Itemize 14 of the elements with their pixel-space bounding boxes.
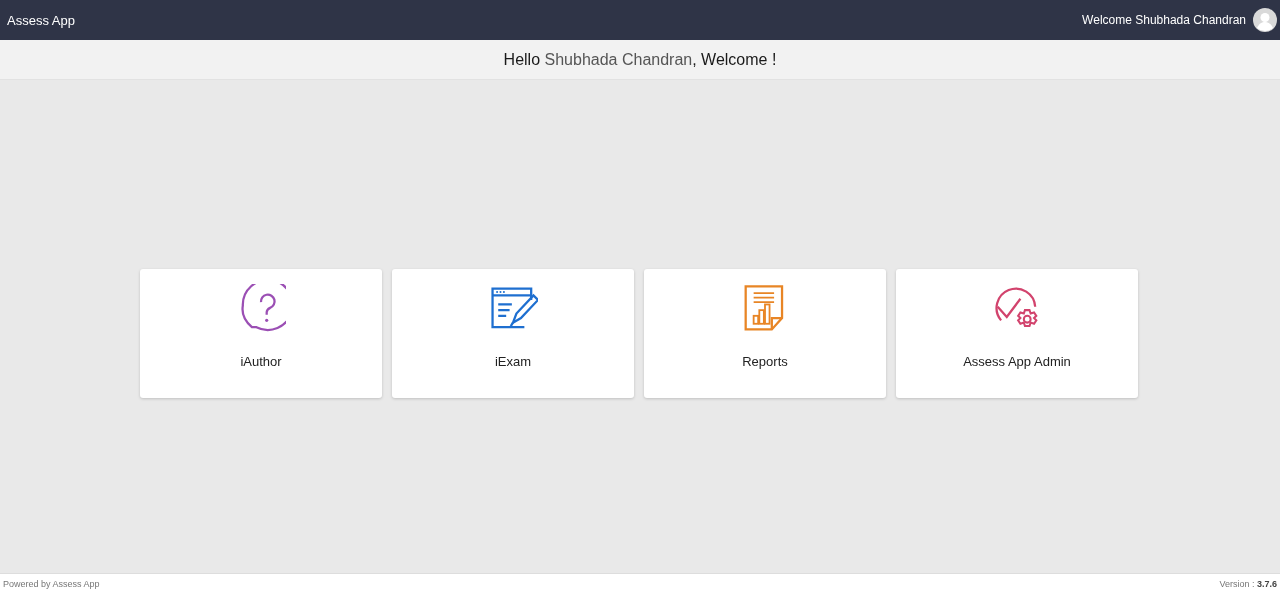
app-label: Reports: [742, 354, 788, 369]
powered-by-text: Powered by Assess App: [3, 579, 100, 589]
app-card[interactable]: iExam: [392, 269, 634, 398]
app-card[interactable]: Assess App Admin: [896, 269, 1138, 398]
version-text: Version : 3.7.6: [1219, 579, 1277, 589]
app-card[interactable]: Reports: [644, 269, 886, 398]
avatar-icon[interactable]: [1253, 8, 1277, 32]
app-card[interactable]: iAuthor: [140, 269, 382, 398]
app-label: iExam: [494, 354, 532, 369]
app-title[interactable]: Assess App: [7, 12, 75, 28]
app-label: iAuthor: [240, 354, 282, 369]
greeting-text: Hello Shubhada Chandran, Welcome !: [503, 50, 777, 69]
welcome-text: Welcome Shubhada Chandran: [1082, 13, 1246, 27]
app-label: Assess App Admin: [963, 354, 1071, 369]
